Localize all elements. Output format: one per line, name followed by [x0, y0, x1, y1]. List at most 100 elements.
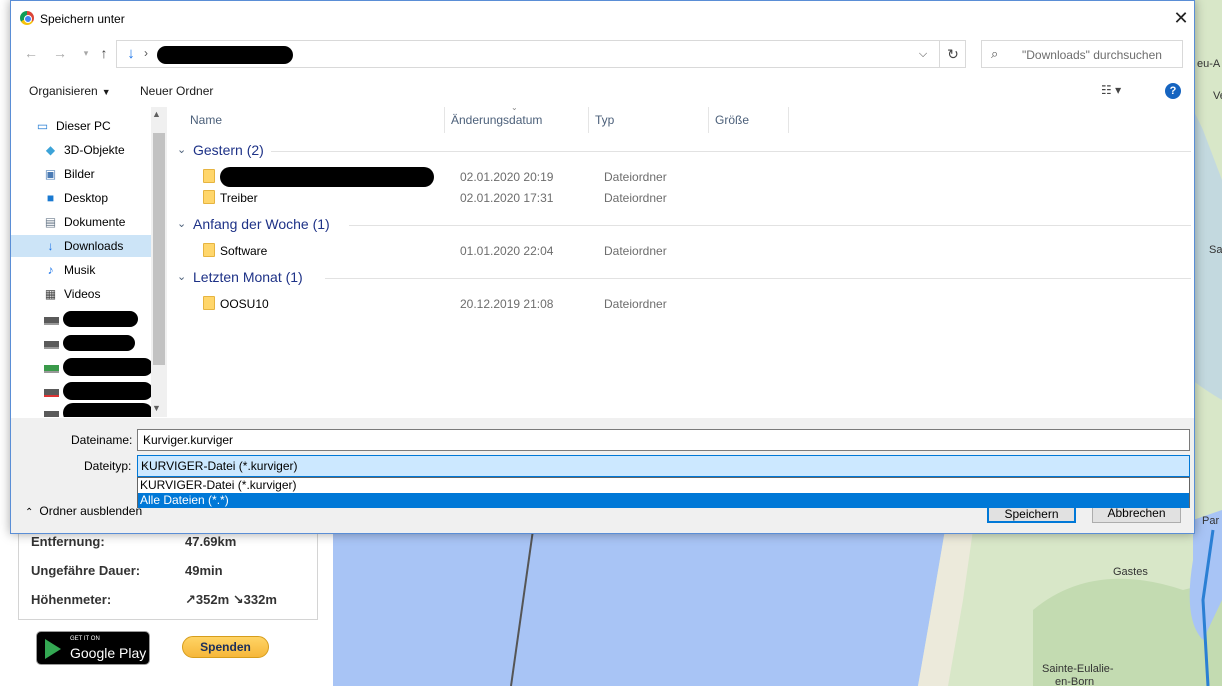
- forward-arrow-icon[interactable]: →: [51, 44, 69, 62]
- group-label: Anfang der Woche (1): [193, 216, 330, 232]
- help-icon[interactable]: ?: [1165, 83, 1181, 99]
- view-options-icon[interactable]: ☷ ▾: [1101, 83, 1121, 97]
- address-dropdown-icon[interactable]: ⌵: [915, 46, 931, 62]
- download-icon: ↓: [47, 239, 54, 253]
- group-divider: [325, 278, 1191, 279]
- google-play-badge[interactable]: GET IT ON Google Play: [36, 631, 150, 665]
- file-name: OOSU10: [220, 297, 269, 311]
- distance-label: Entfernung:: [31, 534, 105, 549]
- chevron-down-icon: ⌄: [177, 271, 187, 283]
- hide-folders-label: Ordner ausblenden: [39, 504, 143, 518]
- column-type-label: Typ: [595, 113, 615, 127]
- group-header-start-of-week[interactable]: ⌄ Anfang der Woche (1): [177, 214, 1191, 236]
- caret-down-icon: ▼: [101, 87, 111, 97]
- search-box[interactable]: ⌕ "Downloads" durchsuchen: [981, 40, 1183, 68]
- close-button[interactable]: ✕: [1170, 7, 1192, 29]
- organize-label: Organisieren: [29, 84, 98, 98]
- donate-button[interactable]: Spenden: [182, 636, 269, 658]
- chevron-down-icon[interactable]: ⌄: [141, 459, 1184, 470]
- folder-icon: [203, 169, 215, 183]
- gplay-title: Google Play: [70, 645, 147, 661]
- redacted-drive: [63, 403, 153, 417]
- route-stats: Entfernung: 47.69km Ungefähre Dauer: 49m…: [18, 530, 318, 620]
- redacted-drive: [63, 382, 153, 400]
- nav-item-3d-objects[interactable]: ◆ 3D-Objekte: [11, 139, 151, 161]
- filename-input[interactable]: Kurviger.kurviger ⌄: [137, 429, 1190, 451]
- file-date: 02.01.2020 20:19: [460, 170, 554, 184]
- route-panel: Entfernung: 47.69km Ungefähre Dauer: 49m…: [0, 530, 333, 686]
- file-type: Dateiordner: [604, 297, 667, 311]
- group-header-last-month[interactable]: ⌄ Letzten Monat (1): [177, 267, 1191, 289]
- new-folder-button[interactable]: Neuer Ordner: [140, 84, 213, 98]
- search-placeholder: "Downloads" durchsuchen: [1022, 48, 1162, 62]
- column-header-name[interactable]: Name: [184, 107, 445, 133]
- redacted-path: [157, 46, 293, 64]
- navigation-bar: ← → ▾ ↑ ↓ › ⌵ ↻ ⌕ "Downloads" durchsuche…: [11, 37, 1194, 71]
- redacted-drive: [63, 311, 138, 327]
- group-label: Letzten Monat (1): [193, 269, 303, 285]
- folder-icon: [203, 190, 215, 204]
- refresh-icon[interactable]: ↻: [939, 41, 966, 67]
- filetype-select[interactable]: KURVIGER-Datei (*.kurviger) ⌄: [137, 455, 1190, 477]
- folder-icon: [203, 243, 215, 257]
- command-bar: Organisieren ▼ Neuer Ordner ☷ ▾ ?: [11, 75, 1194, 105]
- document-icon: ▤: [44, 215, 57, 229]
- recent-locations-icon[interactable]: ▾: [77, 44, 95, 62]
- file-name: Treiber: [220, 191, 258, 205]
- nav-item-documents[interactable]: ▤ Dokumente: [11, 211, 151, 233]
- nav-label: Dokumente: [64, 215, 126, 229]
- filename-label: Dateiname:: [71, 433, 133, 447]
- filetype-dropdown-list: KURVIGER-Datei (*.kurviger) Alle Dateien…: [137, 477, 1190, 508]
- file-row[interactable]: Software 01.01.2020 22:04 Dateiordner: [169, 240, 1194, 261]
- up-arrow-icon[interactable]: ↑: [95, 44, 113, 62]
- breadcrumb-chevron-icon[interactable]: ›: [144, 46, 148, 60]
- play-store-icon: [45, 639, 61, 659]
- file-type: Dateiordner: [604, 170, 667, 184]
- file-type: Dateiordner: [604, 191, 667, 205]
- filetype-option-kurviger[interactable]: KURVIGER-Datei (*.kurviger): [138, 478, 1189, 493]
- file-name: Software: [220, 244, 268, 258]
- address-bar[interactable]: ↓ › ⌵ ↻: [116, 40, 966, 68]
- chevron-down-icon[interactable]: ⌄: [143, 433, 1184, 444]
- nav-item-videos[interactable]: ▦ Videos: [11, 283, 151, 305]
- dialog-footer: Dateiname: Kurviger.kurviger ⌄ Dateityp:…: [11, 418, 1194, 533]
- nav-item-downloads[interactable]: ↓ Downloads: [11, 235, 151, 257]
- nav-label: 3D-Objekte: [64, 143, 125, 157]
- filetype-option-all-files[interactable]: Alle Dateien (*.*): [138, 493, 1189, 508]
- desktop-icon: ■: [46, 191, 55, 205]
- nav-item-music[interactable]: ♪ Musik: [11, 259, 151, 281]
- column-header-size[interactable]: Größe: [709, 107, 789, 133]
- chevron-down-icon: ⌄: [177, 144, 187, 156]
- column-header-type[interactable]: Typ: [589, 107, 709, 133]
- folder-icon: [203, 296, 215, 310]
- group-header-yesterday[interactable]: ⌄ Gestern (2): [177, 140, 1191, 162]
- nav-item-desktop[interactable]: ■ Desktop: [11, 187, 151, 209]
- column-size-label: Größe: [715, 113, 750, 127]
- scroll-up-icon[interactable]: ▲: [152, 109, 161, 119]
- disconnected-drive-icon: [44, 411, 59, 417]
- file-row[interactable]: 02.01.2020 20:19 Dateiordner: [169, 166, 1194, 187]
- back-arrow-icon[interactable]: ←: [22, 44, 40, 62]
- sort-caret-icon: ⌄: [511, 103, 518, 112]
- column-date-label: Änderungsdatum: [451, 113, 543, 127]
- chrome-icon: [20, 11, 34, 25]
- navigation-pane: ▭ Dieser PC ◆ 3D-Objekte ▣ Bilder ■ Desk…: [11, 107, 167, 417]
- map-label-ve: Ve: [1213, 90, 1222, 102]
- organize-button[interactable]: Organisieren ▼: [29, 84, 111, 98]
- file-row[interactable]: OOSU10 20.12.2019 21:08 Dateiordner: [169, 293, 1194, 314]
- duration-label: Ungefähre Dauer:: [31, 563, 141, 578]
- hide-folders-toggle[interactable]: ⌃ Ordner ausblenden: [25, 504, 142, 518]
- map-label-sainte-eulalie: Sainte-Eulalie-: [1042, 663, 1114, 675]
- file-row[interactable]: Treiber 02.01.2020 17:31 Dateiordner: [169, 187, 1194, 208]
- nav-item-pictures[interactable]: ▣ Bilder: [11, 163, 151, 185]
- elevation-value: ↗352m ↘332m: [185, 592, 277, 607]
- nav-item-this-pc[interactable]: ▭ Dieser PC: [11, 115, 151, 137]
- title-bar[interactable]: Speichern unter ✕: [11, 1, 1194, 35]
- chevron-up-icon: ⌃: [25, 507, 34, 518]
- network-drive-icon: [44, 365, 59, 373]
- nav-label: Musik: [64, 263, 96, 277]
- group-label: Gestern (2): [193, 142, 264, 158]
- computer-icon: ▭: [36, 119, 49, 133]
- nav-scrollbar-thumb[interactable]: [153, 133, 165, 365]
- scroll-down-icon[interactable]: ▼: [152, 403, 161, 413]
